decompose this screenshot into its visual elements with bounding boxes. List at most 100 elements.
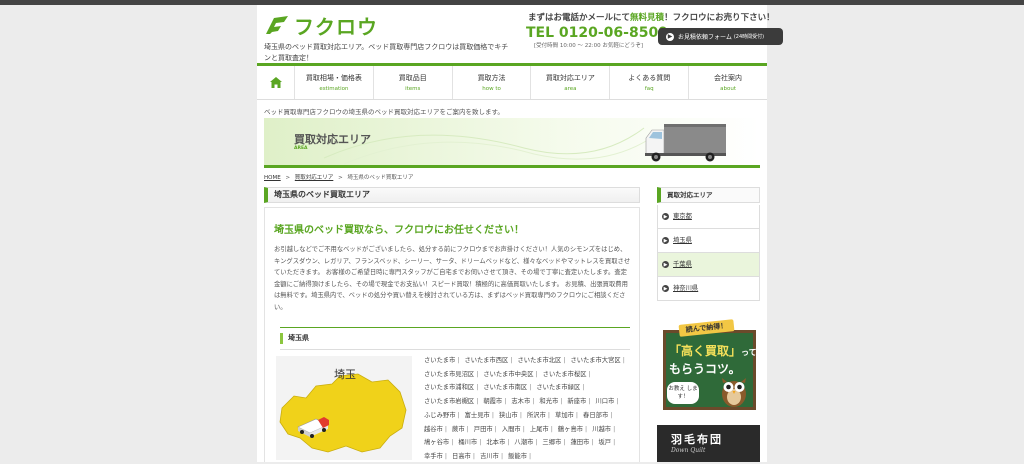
city-separator: | — [610, 411, 613, 419]
city-separator: | — [476, 384, 479, 392]
city-link[interactable]: 鶴ヶ島市 — [558, 426, 583, 433]
city-link[interactable]: 戸田市 — [474, 426, 493, 433]
nav-sublabel: about — [720, 86, 736, 92]
city-link[interactable]: 吉川市 — [480, 453, 499, 460]
city-link[interactable]: 川越市 — [592, 426, 611, 433]
city-separator: | — [504, 398, 507, 406]
nav-item-faq[interactable]: よくある質問 faq — [610, 66, 690, 99]
city-link[interactable]: 幸手市 — [424, 453, 443, 460]
city-separator: | — [519, 411, 522, 419]
sidebar-list: ▶ 東京都 ▶ 埼玉県 ▶ 千葉県 ▶ 神奈川県 — [657, 205, 760, 301]
cta-free: 無料見積 — [630, 13, 665, 23]
cta-suffix: ！フクロウにお売り下さい！ — [664, 13, 775, 23]
banner-title: 買取対応エリア — [294, 133, 371, 146]
city-link[interactable]: 鳩ヶ谷市 — [424, 439, 449, 446]
city-link[interactable]: 飯能市 — [508, 453, 527, 460]
arrow-right-icon: ▶ — [662, 261, 669, 268]
nav-sublabel: how to — [482, 86, 501, 92]
city-link[interactable]: さいたま市 — [424, 357, 455, 364]
city-link[interactable]: 上尾市 — [530, 426, 549, 433]
city-link[interactable]: 志木市 — [511, 398, 530, 405]
city-link[interactable]: さいたま市見沼区 — [424, 371, 474, 378]
city-separator: | — [451, 439, 454, 447]
arrow-right-icon: ▶ — [666, 32, 674, 41]
city-link[interactable]: さいたま市南区 — [483, 384, 527, 391]
site-logo[interactable]: フクロウ — [264, 13, 378, 39]
city-link[interactable]: さいたま市大宮区 — [571, 357, 621, 364]
city-separator: | — [479, 439, 482, 447]
map-label: 埼玉 — [334, 368, 356, 381]
nav-label: 買取方法 — [477, 74, 506, 82]
sidebar-item-saitama[interactable]: ▶ 埼玉県 — [657, 229, 760, 253]
nav-item-items[interactable]: 買取品目 items — [374, 66, 453, 99]
city-link[interactable]: 狭山市 — [499, 412, 518, 419]
city-separator: | — [613, 425, 616, 433]
breadcrumb-area[interactable]: 買取対応エリア — [295, 175, 334, 181]
nav-item-estimation[interactable]: 買取相場・価格表 estimation — [295, 66, 374, 99]
city-link[interactable]: さいたま市桜区 — [543, 371, 587, 378]
city-separator: | — [472, 452, 476, 460]
city-link[interactable]: 新座市 — [567, 398, 586, 405]
city-link[interactable]: 坂戸 — [598, 439, 611, 446]
breadcrumb-current: 埼玉県のベッド買取エリア — [347, 175, 414, 181]
breadcrumb-home[interactable]: HOME — [264, 175, 281, 181]
cta-mid: かメールにて — [579, 13, 631, 23]
nav-item-about[interactable]: 会社案内 about — [689, 66, 767, 99]
city-separator: | — [491, 411, 494, 419]
city-link[interactable]: さいたま市浦和区 — [424, 384, 474, 391]
city-separator: | — [591, 439, 594, 447]
sidebar-item-tokyo[interactable]: ▶ 東京都 — [657, 205, 760, 229]
city-separator: | — [588, 370, 591, 378]
city-link[interactable]: さいたま市北区 — [517, 357, 561, 364]
city-link[interactable]: さいたま市岩槻区 — [424, 398, 474, 405]
city-link[interactable]: 日高市 — [452, 453, 471, 460]
city-separator: | — [588, 398, 591, 406]
arrow-right-icon: ▶ — [662, 285, 669, 292]
sidebar-item-kanagawa[interactable]: ▶ 神奈川県 — [657, 277, 760, 301]
city-link[interactable]: さいたま市緑区 — [536, 384, 580, 391]
city-link[interactable]: ふじみ野市 — [424, 412, 455, 419]
city-separator: | — [476, 398, 479, 406]
city-link[interactable]: 越谷市 — [424, 426, 443, 433]
city-link[interactable]: 蕨市 — [452, 426, 465, 433]
city-link[interactable]: 春日部市 — [583, 412, 608, 419]
city-separator: | — [563, 439, 566, 447]
city-separator: | — [622, 357, 625, 364]
nav-label: 会社案内 — [714, 74, 743, 82]
banner-subtitle: AREA — [294, 146, 308, 151]
city-separator: | — [444, 425, 448, 433]
city-link[interactable]: 川口市 — [595, 398, 614, 405]
city-link[interactable]: 朝霞市 — [483, 398, 502, 405]
city-link[interactable]: 桶川市 — [458, 439, 477, 446]
sidebar-item-chiba[interactable]: ▶ 千葉県 — [657, 253, 760, 277]
nav-label: 買取対応エリア — [545, 74, 595, 82]
city-link[interactable]: 八潮市 — [514, 439, 533, 446]
logo-mark-icon — [264, 14, 290, 36]
city-link[interactable]: 富士見市 — [465, 412, 490, 419]
city-link[interactable]: 北本市 — [486, 439, 505, 446]
city-link[interactable]: 蓮田市 — [570, 439, 589, 446]
city-separator: | — [507, 439, 510, 447]
city-link[interactable]: 入間市 — [502, 426, 521, 433]
city-link[interactable]: 草加市 — [555, 412, 574, 419]
tips-banner[interactable]: 読んで納得！ 「高く買取」って もらうコツ。 お教え します！ — [657, 319, 760, 412]
city-link[interactable]: 和光市 — [539, 398, 558, 405]
city-separator: | — [528, 452, 532, 460]
city-separator: | — [582, 384, 585, 392]
city-separator: | — [529, 384, 532, 392]
city-link[interactable]: さいたま市中央区 — [483, 371, 533, 378]
city-separator: | — [500, 452, 504, 460]
city-link[interactable]: 所沢市 — [527, 412, 546, 419]
city-link[interactable]: 三郷市 — [542, 439, 561, 446]
nav-item-how-to[interactable]: 買取方法 how to — [453, 66, 532, 99]
arrow-right-icon: ▶ — [662, 237, 669, 244]
logo-text: フクロウ — [294, 14, 378, 39]
city-separator: | — [616, 398, 619, 406]
truck-icon — [296, 411, 330, 443]
phone-number[interactable]: TEL 0120-06-8509 — [526, 25, 668, 41]
quote-form-button[interactable]: ▶ お見積依頼フォーム (24時間受付) — [658, 28, 783, 45]
city-link[interactable]: さいたま市西区 — [464, 357, 508, 364]
nav-item-area[interactable]: 買取対応エリア area — [531, 66, 611, 99]
down-quilt-banner[interactable]: 羽毛布団 Down Quilt — [657, 425, 760, 462]
nav-home[interactable] — [257, 66, 295, 99]
